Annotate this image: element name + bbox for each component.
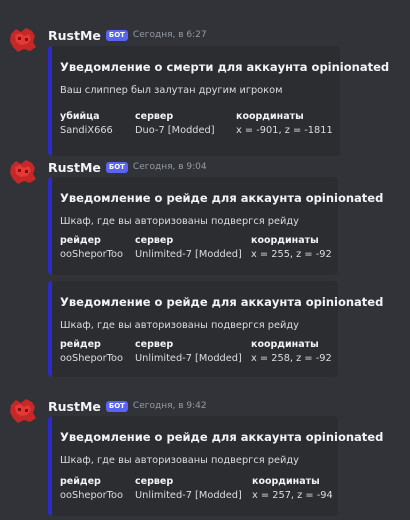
- field-value: x = 258, z = -92: [251, 353, 332, 364]
- embed-field-coordinates: координаты x = 257, z = -94: [252, 476, 333, 501]
- field-name: координаты: [252, 476, 320, 487]
- embed-description: Ваш слиппер был залутан другим игроком: [60, 85, 283, 96]
- embed-description: Шкаф, где вы авторизованы подвергся рейд…: [60, 455, 299, 466]
- field-value: x = 255, z = -92: [251, 249, 332, 260]
- bot-badge: БОТ: [105, 161, 128, 173]
- embed-field-server: сервер Unlimited-7 [Modded]: [135, 235, 242, 260]
- field-value: Unlimited-7 [Modded]: [135, 490, 242, 501]
- field-name: рейдер: [60, 339, 101, 350]
- embed-field-raider: рейдер ooSheporToo: [60, 476, 123, 501]
- rustme-logo-icon: [10, 399, 36, 423]
- embed-title: Уведомление о рейде для аккаунта opinion…: [60, 430, 384, 444]
- field-name: рейдер: [60, 476, 101, 487]
- embed-field-coordinates: координаты x = 258, z = -92: [251, 339, 332, 364]
- field-name: сервер: [135, 111, 174, 122]
- embed-raid-notification: Уведомление о рейде для аккаунта opinion…: [48, 177, 383, 275]
- field-value: Unlimited-7 [Modded]: [135, 353, 242, 364]
- field-name: сервер: [135, 476, 174, 487]
- field-name: рейдер: [60, 235, 101, 246]
- rustme-logo-icon: [10, 160, 36, 184]
- bot-badge: БОТ: [105, 29, 128, 41]
- bot-avatar[interactable]: [8, 25, 38, 55]
- embed-description: Шкаф, где вы авторизованы подвергся рейд…: [60, 216, 299, 227]
- message-timestamp: Сегодня, в 6:27: [132, 30, 207, 40]
- field-value: x = 257, z = -94: [252, 490, 333, 501]
- field-name: координаты: [251, 235, 319, 246]
- field-value: Duo-7 [Modded]: [135, 125, 215, 136]
- embed-field-raider: рейдер ooSheporToo: [60, 339, 123, 364]
- embed-title: Уведомление о рейде для аккаунта opinion…: [60, 191, 384, 205]
- embed-death-notification: Уведомление о смерти для аккаунта opinio…: [48, 46, 389, 156]
- field-value: ooSheporToo: [60, 249, 123, 260]
- field-value: ooSheporToo: [60, 353, 123, 364]
- embed-field-server: сервер Duo-7 [Modded]: [135, 111, 215, 136]
- field-name: координаты: [236, 111, 304, 122]
- embed-field-coordinates: координаты x = 255, z = -92: [251, 235, 332, 260]
- author-name[interactable]: RustMe: [48, 28, 101, 43]
- bot-badge: БОТ: [105, 400, 128, 412]
- field-value: Unlimited-7 [Modded]: [135, 249, 242, 260]
- bot-avatar[interactable]: [8, 396, 38, 426]
- embed-field-server: сервер Unlimited-7 [Modded]: [135, 339, 242, 364]
- field-name: сервер: [135, 339, 174, 350]
- embed-field-server: сервер Unlimited-7 [Modded]: [135, 476, 242, 501]
- embed-field-coordinates: координаты x = -901, z = -1811: [236, 111, 333, 136]
- embed-title: Уведомление о рейде для аккаунта opinion…: [60, 295, 384, 309]
- message-timestamp: Сегодня, в 9:42: [132, 401, 207, 411]
- embed-raid-notification: Уведомление о рейде для аккаунта opinion…: [48, 281, 383, 377]
- field-name: координаты: [251, 339, 319, 350]
- embed-field-raider: рейдер ooSheporToo: [60, 235, 123, 260]
- field-name: убийца: [60, 111, 100, 122]
- embed-description: Шкаф, где вы авторизованы подвергся рейд…: [60, 320, 299, 331]
- field-value: x = -901, z = -1811: [236, 125, 333, 136]
- field-value: ooSheporToo: [60, 490, 123, 501]
- embed-field-killer: убийца SandiX666: [60, 111, 113, 136]
- field-name: сервер: [135, 235, 174, 246]
- author-name[interactable]: RustMe: [48, 160, 101, 175]
- embed-raid-notification: Уведомление о рейде для аккаунта opinion…: [48, 416, 383, 516]
- field-value: SandiX666: [60, 125, 113, 136]
- author-name[interactable]: RustMe: [48, 399, 101, 414]
- embed-title: Уведомление о смерти для аккаунта opinio…: [60, 60, 390, 74]
- rustme-logo-icon: [10, 28, 36, 52]
- message-timestamp: Сегодня, в 9:04: [132, 162, 207, 172]
- bot-avatar[interactable]: [8, 157, 38, 187]
